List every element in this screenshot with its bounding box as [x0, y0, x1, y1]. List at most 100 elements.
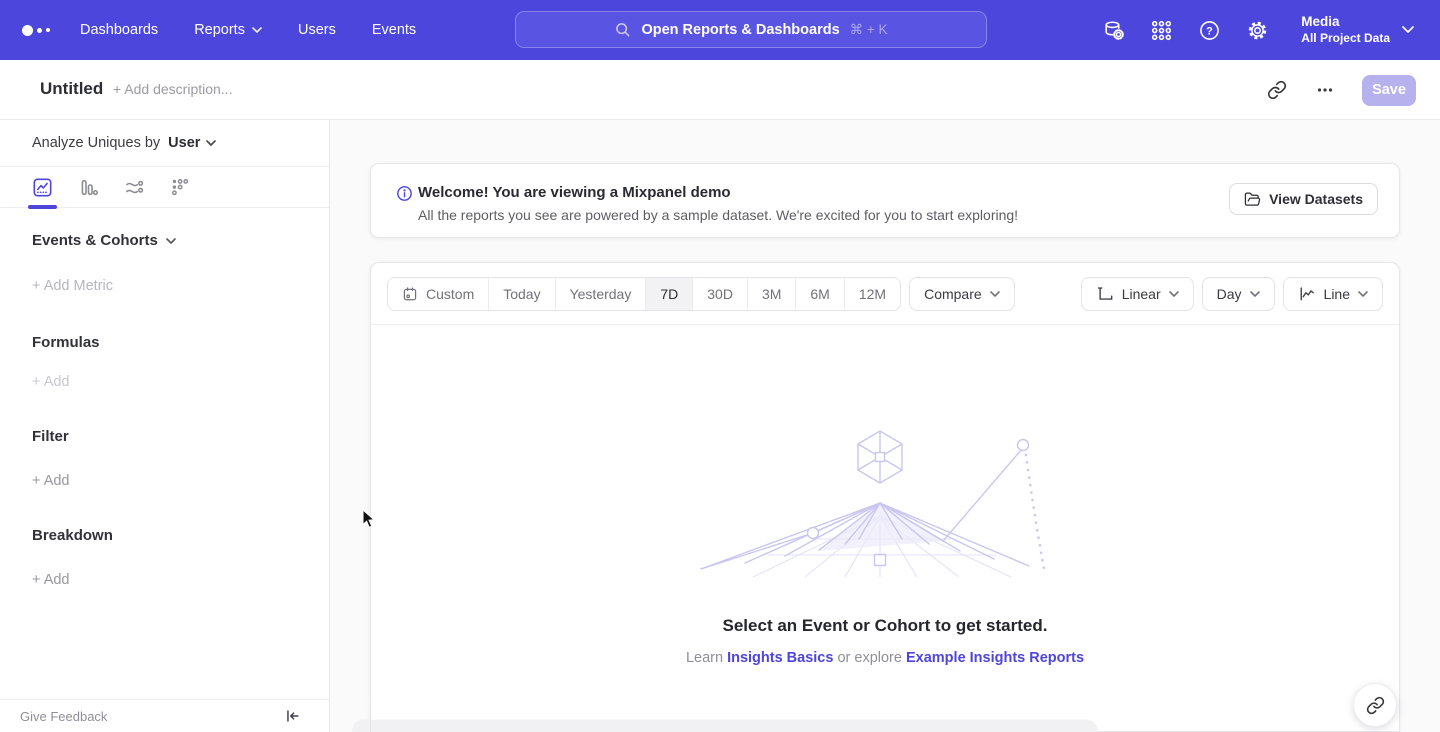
chart-controls-row: Custom Today Yesterday 7D 30D 3M 6M 12M …: [371, 263, 1399, 325]
chevron-down-icon: [1358, 291, 1368, 297]
project-scope: All Project Data: [1301, 31, 1390, 47]
range-today-label: Today: [503, 286, 540, 302]
global-search-input[interactable]: Open Reports & Dashboards ⌘ + K: [515, 11, 987, 48]
mixpanel-insights-page: Dashboards Reports Users Events Open Rep…: [0, 0, 1440, 732]
add-metric-button[interactable]: + Add Metric: [32, 278, 113, 294]
mixpanel-logo-icon[interactable]: [22, 25, 58, 36]
example-insights-reports-link[interactable]: Example Insights Reports: [906, 650, 1084, 666]
results-table-peek[interactable]: [352, 720, 1098, 732]
search-placeholder: Open Reports & Dashboards: [641, 22, 839, 38]
add-formula-button[interactable]: + Add: [32, 374, 70, 390]
range-6m-label: 6M: [810, 286, 829, 302]
insights-basics-link[interactable]: Insights Basics: [727, 650, 833, 666]
nav-events[interactable]: Events: [372, 22, 416, 38]
top-navbar: Dashboards Reports Users Events Open Rep…: [0, 0, 1440, 60]
save-button[interactable]: Save: [1362, 75, 1416, 106]
range-yesterday[interactable]: Yesterday: [556, 278, 647, 310]
sidebar-footer: Give Feedback: [0, 699, 329, 732]
range-30d[interactable]: 30D: [693, 278, 748, 310]
settings-icon[interactable]: [1245, 18, 1269, 42]
analyze-label: Analyze Uniques by: [32, 135, 160, 151]
chevron-down-icon: [1250, 291, 1260, 297]
more-options-icon[interactable]: [1314, 79, 1336, 101]
scale-dropdown[interactable]: Linear: [1081, 277, 1194, 311]
formulas-label: Formulas: [32, 334, 100, 351]
range-12m-label: 12M: [859, 286, 886, 302]
flow-icon: [124, 177, 145, 198]
date-range-segmented-control: Custom Today Yesterday 7D 30D 3M 6M 12M: [387, 277, 901, 311]
nav-dashboards[interactable]: Dashboards: [80, 22, 158, 38]
analyze-by-value: User: [168, 135, 200, 151]
range-30d-label: 30D: [707, 286, 733, 302]
chevron-down-icon: [252, 27, 262, 33]
breakdown-label: Breakdown: [32, 527, 113, 544]
card-left-border: [370, 700, 371, 732]
chart-type-dropdown[interactable]: Line: [1283, 277, 1383, 311]
filter-label: Filter: [32, 428, 69, 445]
project-selector[interactable]: Media All Project Data: [1301, 13, 1414, 46]
add-filter-button[interactable]: + Add: [32, 473, 70, 489]
visualization-tabs: [0, 167, 329, 208]
query-builder-sidebar: Analyze Uniques by User: [0, 120, 330, 732]
range-6m[interactable]: 6M: [796, 278, 844, 310]
chevron-down-icon: [1169, 291, 1179, 297]
linear-axis-icon: [1096, 285, 1114, 303]
events-cohorts-heading[interactable]: Events & Cohorts: [32, 232, 329, 249]
add-breakdown-button[interactable]: + Add: [32, 572, 70, 588]
range-yesterday-label: Yesterday: [570, 286, 632, 302]
banner-subtitle: All the reports you see are powered by a…: [418, 207, 1018, 223]
view-datasets-label: View Datasets: [1269, 191, 1363, 207]
project-name: Media: [1301, 13, 1390, 31]
report-header: Untitled + Add description... Save: [0, 60, 1440, 120]
help-icon[interactable]: ?: [1197, 18, 1221, 42]
data-management-icon[interactable]: [1101, 18, 1125, 42]
apps-grid-icon[interactable]: [1149, 18, 1173, 42]
nav-reports-label: Reports: [194, 22, 245, 38]
range-3m-label: 3M: [762, 286, 781, 302]
tab-retention[interactable]: [170, 177, 191, 198]
report-description-placeholder[interactable]: + Add description...: [113, 81, 232, 97]
tab-flow[interactable]: [124, 177, 145, 198]
compare-dropdown[interactable]: Compare: [909, 277, 1015, 311]
banner-title: Welcome! You are viewing a Mixpanel demo: [418, 184, 731, 201]
search-icon: [614, 21, 631, 38]
tab-insights-line[interactable]: [32, 177, 53, 198]
empty-state-illustration: [693, 421, 1078, 581]
folder-icon: [1244, 191, 1261, 208]
chevron-down-icon: [206, 140, 216, 146]
nav-reports[interactable]: Reports: [194, 22, 262, 38]
share-link-fab[interactable]: [1353, 683, 1397, 727]
range-12m[interactable]: 12M: [845, 278, 900, 310]
chevron-down-icon: [1402, 26, 1414, 33]
chevron-down-icon: [990, 291, 1000, 297]
report-header-actions: Save: [1266, 60, 1416, 120]
insights-report-card: Custom Today Yesterday 7D 30D 3M 6M 12M …: [370, 262, 1400, 732]
formulas-heading: Formulas: [32, 334, 329, 351]
interval-label: Day: [1217, 286, 1242, 302]
bar-chart-icon: [78, 177, 99, 198]
range-today[interactable]: Today: [489, 278, 555, 310]
copy-link-icon[interactable]: [1266, 79, 1288, 101]
learn-middle: or explore: [837, 650, 901, 666]
nav-users[interactable]: Users: [298, 22, 336, 38]
primary-nav: Dashboards Reports Users Events: [80, 22, 416, 38]
report-title[interactable]: Untitled: [40, 79, 103, 99]
retention-dots-icon: [170, 177, 191, 198]
range-7d[interactable]: 7D: [646, 278, 693, 310]
nav-right-cluster: ? Media All Project Data: [1101, 0, 1414, 60]
empty-state-links: Learn Insights Basics or explore Example…: [371, 650, 1399, 666]
scale-label: Linear: [1122, 286, 1161, 302]
filter-heading: Filter: [32, 428, 329, 445]
view-datasets-button[interactable]: View Datasets: [1229, 183, 1378, 215]
tab-bar-chart[interactable]: [78, 177, 99, 198]
give-feedback-link[interactable]: Give Feedback: [20, 709, 107, 724]
main-content: Welcome! You are viewing a Mixpanel demo…: [330, 120, 1440, 732]
nav-events-label: Events: [372, 22, 416, 38]
range-7d-label: 7D: [660, 286, 678, 302]
range-3m[interactable]: 3M: [748, 278, 796, 310]
breakdown-heading: Breakdown: [32, 527, 329, 544]
analyze-by-dropdown[interactable]: User: [168, 135, 216, 151]
collapse-sidebar-icon[interactable]: [283, 707, 301, 725]
range-custom[interactable]: Custom: [388, 278, 489, 310]
interval-dropdown[interactable]: Day: [1202, 277, 1275, 311]
